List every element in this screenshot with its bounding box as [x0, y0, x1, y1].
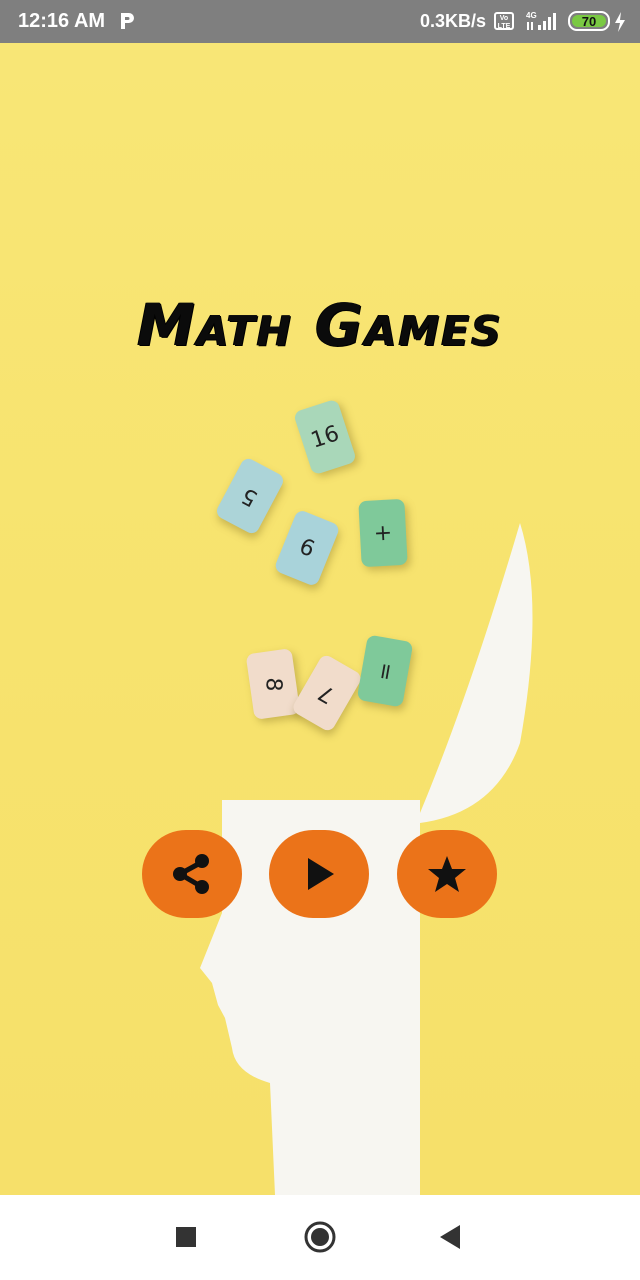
signal-icon: 4G: [526, 11, 556, 30]
back-triangle-icon: [440, 1225, 460, 1249]
tile-label: 16: [307, 420, 343, 454]
volte-icon: Vo LTE: [494, 12, 514, 30]
volte-label: Vo LTE: [497, 15, 511, 30]
tile-label: +: [373, 520, 393, 546]
head-silhouette-image: [200, 523, 533, 1195]
home-button[interactable]: [298, 1215, 342, 1259]
play-icon: [308, 858, 334, 890]
battery-percent: 70: [581, 14, 597, 29]
tile-8: 8: [245, 648, 301, 720]
play-button[interactable]: [269, 830, 369, 918]
recents-button[interactable]: [164, 1215, 208, 1259]
tile-label: 5: [237, 481, 263, 511]
recents-square-icon: [176, 1227, 196, 1247]
action-buttons: [0, 830, 640, 920]
parking-app-icon: [121, 13, 134, 29]
back-button[interactable]: [428, 1215, 472, 1259]
status-time: 12:16 AM: [18, 10, 106, 32]
tile-label: 8: [260, 676, 286, 692]
charging-icon: [615, 12, 625, 32]
app-title: Math Games: [137, 291, 503, 359]
splash-screen: Math Games 16 5 6 + 8 7 =: [0, 43, 640, 1195]
tile-label: 6: [295, 533, 319, 563]
navigation-bar: [0, 1195, 640, 1280]
share-icon: [173, 854, 209, 894]
star-icon: [428, 856, 466, 892]
tile-plus: +: [358, 498, 408, 568]
status-bar: 12:16 AM 0.3KB/s Vo LTE 4G 70: [0, 0, 640, 43]
home-circle-icon: [304, 1221, 336, 1253]
tile-label: 7: [314, 678, 340, 708]
network-type: 4G: [526, 11, 537, 20]
share-button[interactable]: [142, 830, 242, 918]
rate-button[interactable]: [397, 830, 497, 918]
network-speed: 0.3KB/s: [420, 11, 487, 31]
tile-label: =: [371, 659, 399, 683]
battery-icon: 70: [568, 11, 610, 31]
